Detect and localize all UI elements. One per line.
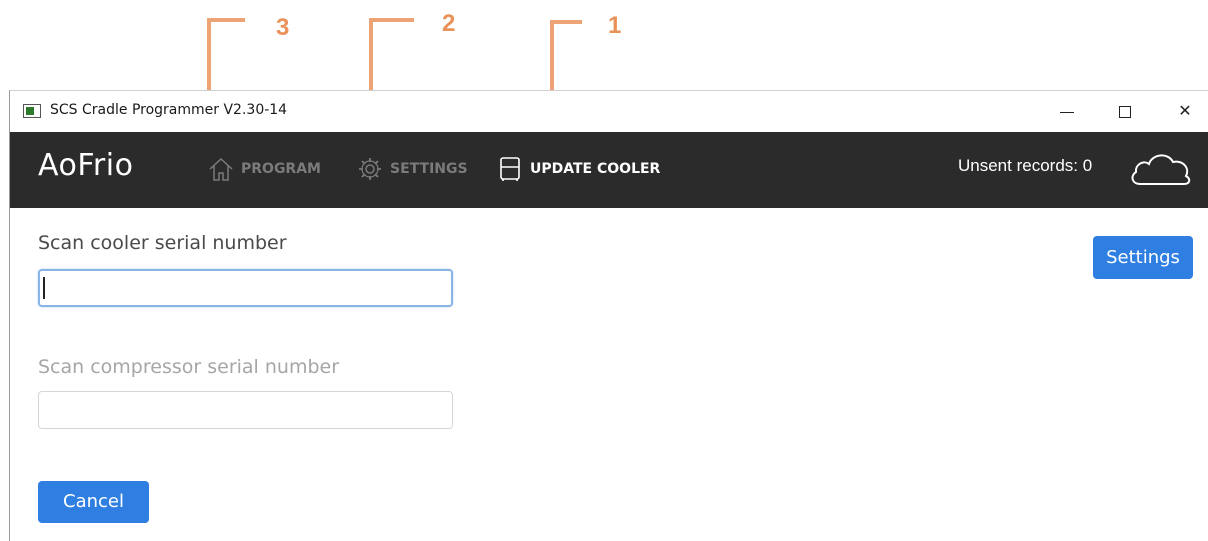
cooler-serial-label: Scan cooler serial number bbox=[38, 232, 287, 254]
settings-button[interactable]: Settings bbox=[1093, 236, 1193, 279]
nav-item-update-cooler[interactable]: UPDATE COOLER bbox=[496, 156, 660, 182]
nav-item-program-label: PROGRAM bbox=[241, 161, 321, 177]
minimize-icon[interactable] bbox=[1052, 97, 1082, 125]
title-bar: SCS Cradle Programmer V2.30-14 ✕ bbox=[10, 91, 1208, 132]
window-title: SCS Cradle Programmer V2.30-14 bbox=[50, 102, 288, 118]
unsent-records-status: Unsent records: 0 bbox=[958, 156, 1093, 175]
maximize-icon[interactable] bbox=[1110, 97, 1140, 125]
nav-item-program[interactable]: PROGRAM bbox=[207, 156, 321, 182]
text-cursor bbox=[43, 277, 45, 299]
logo: AoFrio bbox=[38, 148, 134, 183]
cooler-serial-input[interactable] bbox=[38, 269, 453, 307]
compressor-serial-label: Scan compressor serial number bbox=[38, 356, 340, 378]
nav-item-settings[interactable]: SETTINGS bbox=[356, 156, 468, 182]
app-icon bbox=[23, 104, 41, 118]
nav-item-update-cooler-label: UPDATE COOLER bbox=[530, 161, 661, 177]
callout-number-1: 1 bbox=[608, 12, 622, 39]
cancel-button[interactable]: Cancel bbox=[38, 481, 149, 523]
cloud-icon[interactable] bbox=[1128, 148, 1194, 188]
callout-number-2: 2 bbox=[442, 10, 456, 37]
cooler-icon bbox=[500, 157, 520, 181]
gear-icon bbox=[359, 158, 381, 180]
callout-number-3: 3 bbox=[276, 14, 290, 41]
home-icon bbox=[209, 157, 233, 181]
nav-bar: AoFrio PROGRAM SETTINGS UPDATE COOLER Un… bbox=[10, 132, 1208, 208]
close-icon[interactable]: ✕ bbox=[1170, 97, 1200, 125]
nav-item-settings-label: SETTINGS bbox=[390, 161, 468, 177]
app-window: SCS Cradle Programmer V2.30-14 ✕ AoFrio … bbox=[9, 90, 1208, 541]
compressor-serial-input[interactable] bbox=[38, 391, 453, 429]
